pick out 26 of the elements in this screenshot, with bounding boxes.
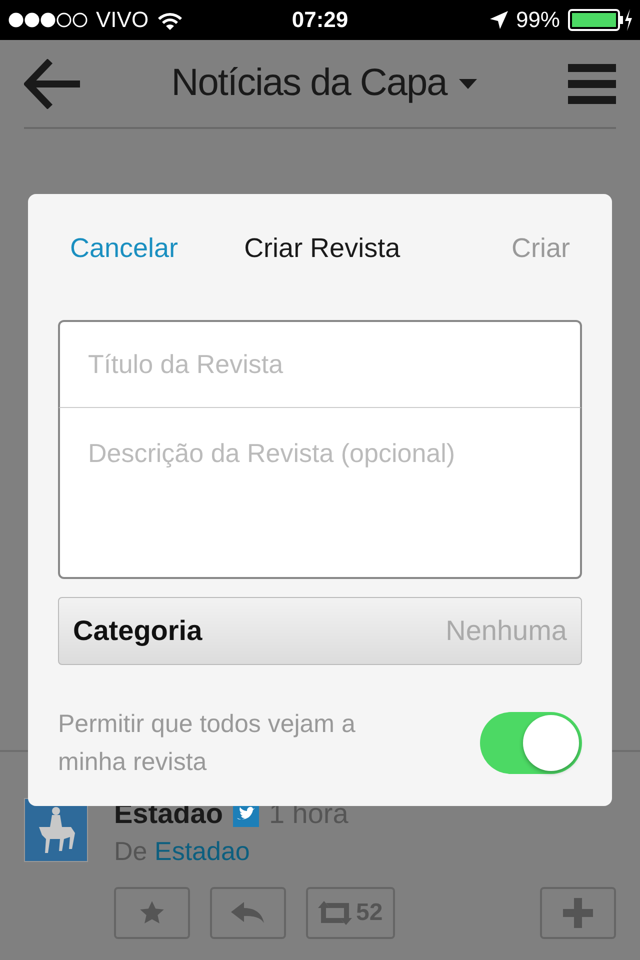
clock-time: 07:29 (292, 7, 348, 32)
dialog-title: Criar Revista (244, 232, 400, 264)
add-button[interactable] (540, 887, 616, 939)
source-name: Estadao (114, 798, 223, 830)
location-arrow-icon (490, 11, 508, 29)
cancel-button[interactable]: Cancelar (70, 232, 178, 264)
star-button[interactable] (114, 887, 190, 939)
plus-icon (563, 898, 593, 928)
battery-percent: 99% (516, 7, 560, 33)
wifi-icon (156, 10, 183, 30)
reply-icon (231, 901, 265, 925)
category-row[interactable]: Categoria Nenhuma (58, 597, 582, 665)
back-arrow-icon[interactable] (24, 58, 80, 108)
retweet-icon (318, 900, 352, 926)
title-field[interactable]: Título da Revista (58, 320, 582, 408)
toggle-label: Permitir que todos vejam a minha revista (58, 709, 356, 778)
carrier-name: VIVO (96, 7, 149, 33)
battery-icon (568, 8, 632, 32)
caret-icon[interactable] (458, 78, 477, 88)
reply-button[interactable] (210, 887, 286, 939)
page-title[interactable]: Notícias da Capa (171, 62, 447, 105)
star-icon (139, 900, 165, 926)
signal-icon (8, 12, 88, 28)
menu-icon[interactable] (568, 64, 616, 104)
source-link[interactable]: Estadao (154, 836, 250, 866)
description-field[interactable]: Descrição da Revista (opcional) (58, 408, 582, 579)
